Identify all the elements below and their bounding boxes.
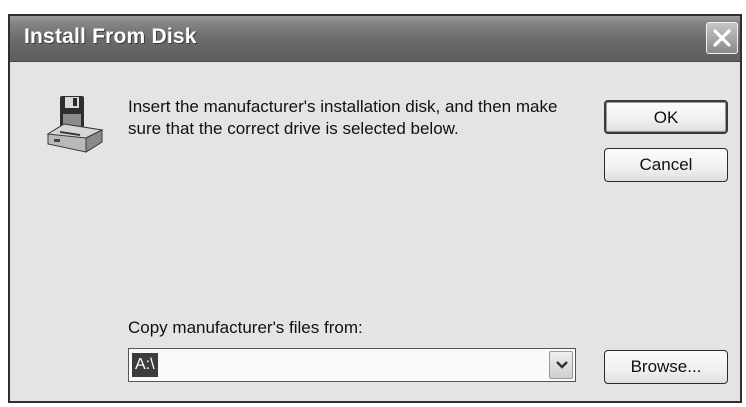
chevron-down-icon <box>556 361 568 369</box>
copy-from-path-combobox[interactable]: A:\ <box>128 348 576 382</box>
ok-button[interactable]: OK <box>604 100 728 134</box>
dialog-title: Install From Disk <box>24 25 197 48</box>
dropdown-button[interactable] <box>549 351 573 379</box>
cancel-button[interactable]: Cancel <box>604 148 728 182</box>
instruction-text: Insert the manufacturer's installation d… <box>128 97 558 138</box>
title-bar[interactable]: Install From Disk <box>10 16 740 62</box>
browse-button[interactable]: Browse... <box>604 350 728 384</box>
install-from-disk-dialog: Install From Disk Insert the manufacture… <box>8 14 742 403</box>
copy-from-label: Copy manufacturer's files from: <box>128 318 363 337</box>
floppy-disk-drive-icon <box>46 96 104 153</box>
dialog-body: Insert the manufacturer's installation d… <box>10 62 740 401</box>
copy-from-path-value[interactable]: A:\ <box>132 353 158 377</box>
close-button[interactable] <box>706 22 738 54</box>
close-icon <box>713 29 731 47</box>
